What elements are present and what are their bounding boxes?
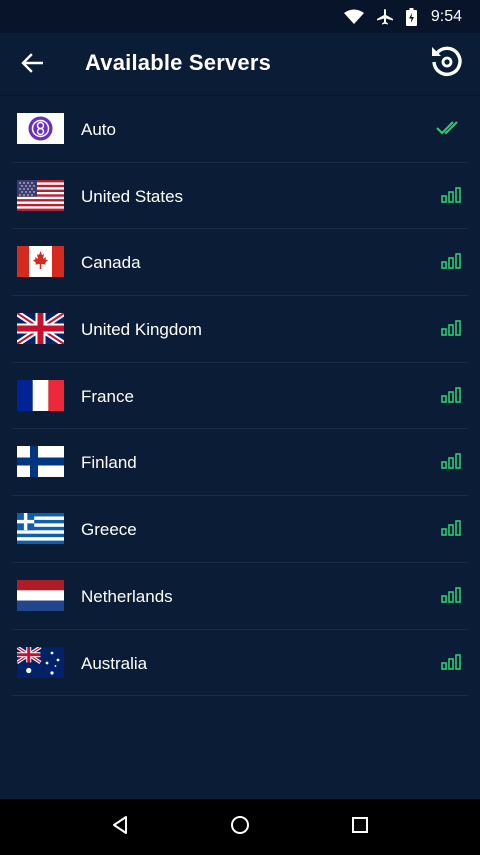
nav-back-icon <box>111 815 129 840</box>
status-time: 9:54 <box>430 7 462 25</box>
signal-bars-icon <box>440 251 462 271</box>
finland-flag-icon <box>17 446 64 478</box>
signal-bars-icon <box>440 318 462 338</box>
refresh-button[interactable] <box>426 43 466 83</box>
nav-recents-icon <box>351 816 369 839</box>
battery-icon <box>405 7 417 26</box>
system-nav-bar <box>0 799 480 855</box>
server-row-australia[interactable]: Australia <box>0 630 480 697</box>
refresh-icon <box>428 43 464 84</box>
nav-back-button[interactable] <box>95 802 145 852</box>
server-name: Canada <box>81 253 141 273</box>
server-row-united-states[interactable]: United States <box>0 163 480 230</box>
france-flag-icon <box>17 379 64 411</box>
server-row-finland[interactable]: Finland <box>0 429 480 496</box>
server-row-greece[interactable]: Greece <box>0 496 480 563</box>
server-list: Auto United States Canada United Kingdom… <box>0 96 480 696</box>
airplane-icon <box>376 8 394 26</box>
greece-flag-icon <box>17 513 64 545</box>
server-name: Greece <box>81 520 137 540</box>
signal-bars-icon <box>440 652 462 672</box>
signal-bars-icon <box>440 185 462 205</box>
server-row-auto[interactable]: Auto <box>0 96 480 163</box>
nav-recents-button[interactable] <box>335 802 385 852</box>
server-name: Australia <box>81 653 148 673</box>
uk-flag-icon <box>17 313 64 345</box>
back-button[interactable] <box>14 47 50 83</box>
server-name: Netherlands <box>81 586 173 606</box>
status-bar: 9:54 <box>0 0 480 33</box>
server-name: France <box>81 386 134 406</box>
australia-flag-icon <box>17 646 64 678</box>
server-row-netherlands[interactable]: Netherlands <box>0 563 480 630</box>
signal-bars-icon <box>440 451 462 471</box>
double-check-icon <box>436 118 462 138</box>
arrow-back-icon <box>21 52 44 78</box>
server-name: Finland <box>81 453 137 473</box>
signal-bars-icon <box>440 385 462 405</box>
netherlands-flag-icon <box>17 579 64 611</box>
server-row-united-kingdom[interactable]: United Kingdom <box>0 296 480 363</box>
server-name: Auto <box>81 120 116 139</box>
server-row-canada[interactable]: Canada <box>0 229 480 296</box>
app-bar: Available Servers <box>0 33 480 95</box>
signal-bars-icon <box>440 518 462 538</box>
signal-bars-icon <box>440 585 462 605</box>
wifi-icon <box>343 9 364 25</box>
server-row-france[interactable]: France <box>0 363 480 430</box>
page-title: Available Servers <box>85 50 272 75</box>
canada-flag-icon <box>17 246 64 278</box>
nav-home-icon <box>230 815 250 840</box>
nav-home-button[interactable] <box>215 802 265 852</box>
server-name: United States <box>81 186 184 206</box>
us-flag-icon <box>17 179 64 211</box>
auto-server-icon <box>17 113 64 144</box>
server-name: United Kingdom <box>81 320 202 340</box>
